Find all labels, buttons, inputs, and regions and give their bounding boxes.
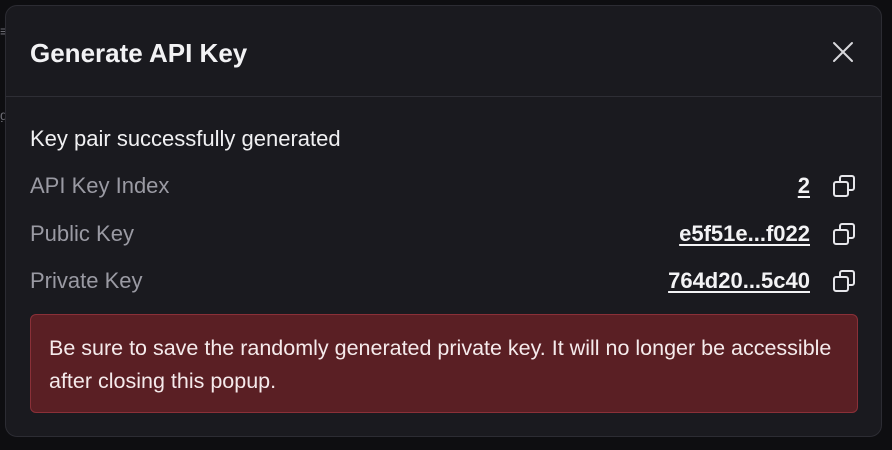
copy-icon	[833, 270, 855, 292]
dialog-title: Generate API Key	[30, 38, 248, 68]
private-key-warning: Be sure to save the randomly generated p…	[30, 314, 858, 413]
close-icon	[833, 42, 853, 62]
row-private-key: Private Key 764d20...5c40	[30, 266, 856, 296]
copy-public-key-button[interactable]	[832, 222, 856, 246]
warning-text: Be sure to save the randomly generated p…	[49, 336, 832, 393]
success-message: Key pair successfully generated	[30, 126, 341, 151]
private-key-value[interactable]: 764d20...5c40	[668, 266, 810, 296]
close-button[interactable]	[831, 40, 855, 64]
copy-private-key-button[interactable]	[832, 269, 856, 293]
private-key-label: Private Key	[30, 268, 143, 293]
copy-icon	[833, 175, 855, 197]
generate-api-key-dialog: Generate API Key Key pair successfully g…	[5, 5, 882, 437]
api-key-index-value[interactable]: 2	[798, 171, 810, 201]
public-key-value[interactable]: e5f51e...f022	[679, 219, 810, 249]
row-api-key-index: API Key Index 2	[30, 171, 856, 201]
row-public-key: Public Key e5f51e...f022	[30, 219, 856, 249]
copy-icon	[833, 223, 855, 245]
dialog-header: Generate API Key	[6, 6, 881, 97]
copy-api-key-index-button[interactable]	[832, 174, 856, 198]
api-key-index-label: API Key Index	[30, 173, 170, 198]
public-key-label: Public Key	[30, 221, 134, 246]
